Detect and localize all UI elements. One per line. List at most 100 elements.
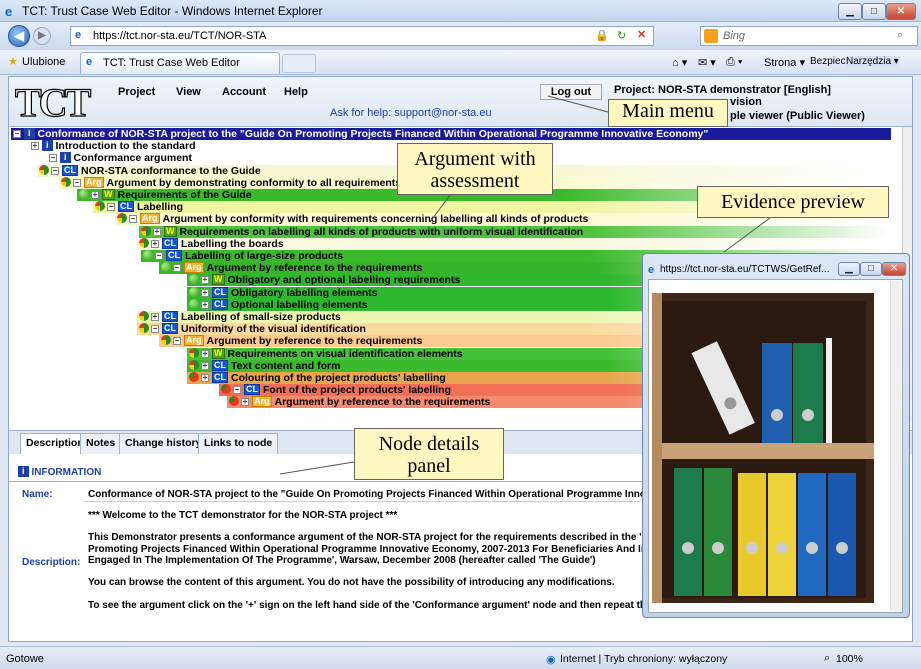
evidence-url: https://tct.nor-sta.eu/TCTWS/GetRef...: [660, 264, 830, 275]
expand-toggle-icon[interactable]: +: [201, 276, 209, 285]
expand-toggle-icon[interactable]: −: [155, 252, 163, 260]
expand-toggle-icon[interactable]: +: [31, 142, 39, 151]
expand-toggle-icon[interactable]: −: [233, 386, 241, 395]
tree-node[interactable]: + CL Labelling the boards: [137, 237, 889, 250]
expand-toggle-icon[interactable]: −: [51, 166, 59, 175]
node-type-icon: Arg: [184, 335, 204, 347]
expand-toggle-icon[interactable]: +: [201, 288, 209, 297]
name-value: Conformance of NOR-STA project to the "G…: [88, 489, 684, 500]
expand-toggle-icon[interactable]: +: [153, 227, 161, 236]
expand-toggle-icon[interactable]: −: [173, 264, 181, 273]
node-type-icon: Arg: [252, 396, 272, 408]
print-icon[interactable]: ⎙ ▾: [726, 56, 742, 69]
node-type-icon: i: [60, 152, 71, 164]
description-line: This Demonstrator presents a conformance…: [88, 532, 681, 544]
minimize-button[interactable]: ▁: [838, 3, 862, 20]
description-line: *** Welcome to the TCT demonstrator for …: [88, 510, 398, 521]
feeds-icon[interactable]: ✉ ▾: [698, 56, 716, 69]
tree-node-label: NOR-STA conformance to the Guide: [81, 164, 261, 177]
favorites-button[interactable]: Ulubione: [22, 56, 65, 68]
tree-node-label: Labelling the boards: [181, 237, 284, 250]
expand-toggle-icon[interactable]: +: [241, 398, 249, 407]
close-button[interactable]: ✕: [886, 3, 916, 20]
expand-toggle-icon[interactable]: +: [201, 300, 209, 309]
tools-menu[interactable]: Narzędzia ▾: [846, 56, 899, 67]
callout-evidence: Evidence preview: [697, 186, 889, 218]
stop-icon[interactable]: ✕: [637, 28, 646, 41]
search-icon[interactable]: ⌕: [897, 29, 903, 42]
node-type-icon: Arg: [140, 213, 160, 225]
menu-help[interactable]: Help: [284, 86, 308, 98]
search-input[interactable]: Bing ⌕: [700, 26, 918, 46]
tree-node-label: Text content and form: [231, 359, 341, 372]
assessment-status-icon: [189, 298, 199, 309]
evidence-scrollbar[interactable]: [890, 281, 901, 611]
url-input[interactable]: e https://tct.nor-sta.eu/TCT/NOR-STA 🔒 ↻…: [70, 26, 654, 46]
viewer-info: ple viewer (Public Viewer): [730, 110, 865, 122]
node-type-icon: CL: [212, 286, 228, 298]
node-type-icon: Arg: [84, 176, 104, 188]
tab-change-history[interactable]: Change history: [119, 433, 208, 454]
expand-toggle-icon[interactable]: +: [151, 313, 159, 321]
expand-toggle-icon[interactable]: −: [129, 215, 137, 224]
refresh-icon[interactable]: ↻: [617, 29, 626, 42]
status-bar: Gotowe ◉ Internet | Tryb chroniony: wyłą…: [0, 646, 921, 669]
tree-node-label: Font of the project products' labelling: [263, 384, 451, 397]
expand-toggle-icon[interactable]: −: [107, 203, 115, 212]
expand-toggle-icon[interactable]: +: [201, 349, 209, 358]
maximize-button[interactable]: □: [862, 3, 886, 20]
tree-node-label: Colouring of the project products' label…: [231, 372, 446, 384]
tab-icon: e: [86, 56, 93, 68]
callout-node-details: Node details panel: [354, 428, 504, 480]
help-link[interactable]: Ask for help: support@nor-sta.eu: [330, 107, 492, 119]
expand-toggle-icon[interactable]: +: [201, 374, 209, 382]
menu-account[interactable]: Account: [222, 86, 266, 98]
zoom-icon[interactable]: ⌕: [824, 652, 830, 665]
expand-toggle-icon[interactable]: −: [151, 325, 159, 334]
tree-node[interactable]: − i Conformance of NOR-STA project to the …: [11, 128, 891, 140]
expand-toggle-icon[interactable]: −: [173, 337, 181, 346]
tab-links-to-node[interactable]: Links to node: [198, 433, 279, 454]
lock-icon[interactable]: 🔒: [595, 29, 609, 42]
menu-project[interactable]: Project: [118, 86, 155, 98]
assessment-status-icon: [61, 176, 71, 187]
node-type-icon: i: [42, 140, 53, 152]
evidence-close-button[interactable]: ✕: [882, 262, 906, 276]
home-icon[interactable]: ⌂ ▾: [672, 56, 687, 69]
tab-title: TCT: Trust Case Web Editor: [103, 57, 240, 69]
new-tab-button[interactable]: [282, 54, 316, 73]
tree-node-label: Introduction to the standard: [55, 140, 196, 153]
expand-toggle-icon[interactable]: −: [73, 178, 81, 187]
assessment-status-icon: [161, 335, 171, 346]
tab-notes[interactable]: Notes: [80, 433, 122, 454]
info-icon: i: [18, 466, 29, 477]
back-icon[interactable]: ◀: [8, 25, 30, 47]
node-type-icon: CL: [62, 164, 78, 176]
tree-node-label: Labelling: [137, 201, 184, 214]
assessment-status-icon: [189, 274, 199, 285]
star-icon[interactable]: ★: [8, 55, 18, 68]
evidence-maximize-button[interactable]: □: [860, 262, 882, 276]
expand-toggle-icon[interactable]: −: [13, 130, 21, 138]
tree-node[interactable]: + W Requirements on labelling all kinds of…: [139, 225, 889, 238]
assessment-status-icon: [161, 262, 171, 273]
logout-button[interactable]: Log out: [540, 84, 602, 100]
expand-toggle-icon[interactable]: −: [49, 154, 57, 163]
tree-node-label: Argument by reference to the requirement…: [206, 262, 423, 275]
expand-toggle-icon[interactable]: +: [201, 361, 209, 370]
assessment-status-icon: [189, 359, 199, 370]
browser-tab[interactable]: e TCT: Trust Case Web Editor: [80, 52, 280, 74]
menu-view[interactable]: View: [176, 86, 201, 98]
expand-toggle-icon[interactable]: +: [91, 191, 99, 199]
status-zone: Internet | Tryb chroniony: wyłączony: [560, 653, 728, 665]
page-menu[interactable]: Strona ▾: [764, 56, 805, 69]
forward-icon[interactable]: ▶: [33, 27, 51, 45]
zoom-level[interactable]: 100%: [836, 653, 863, 665]
evidence-minimize-button[interactable]: ▁: [838, 262, 860, 276]
assessment-status-icon: [39, 164, 49, 175]
expand-toggle-icon[interactable]: +: [151, 239, 159, 248]
window-titlebar: e TCT: Trust Case Web Editor - Windows I…: [0, 0, 921, 22]
project-info: Project: NOR-STA demonstrator [English]: [614, 84, 831, 96]
callout-main-menu: Main menu: [608, 99, 728, 127]
node-type-icon: CL: [212, 298, 228, 310]
